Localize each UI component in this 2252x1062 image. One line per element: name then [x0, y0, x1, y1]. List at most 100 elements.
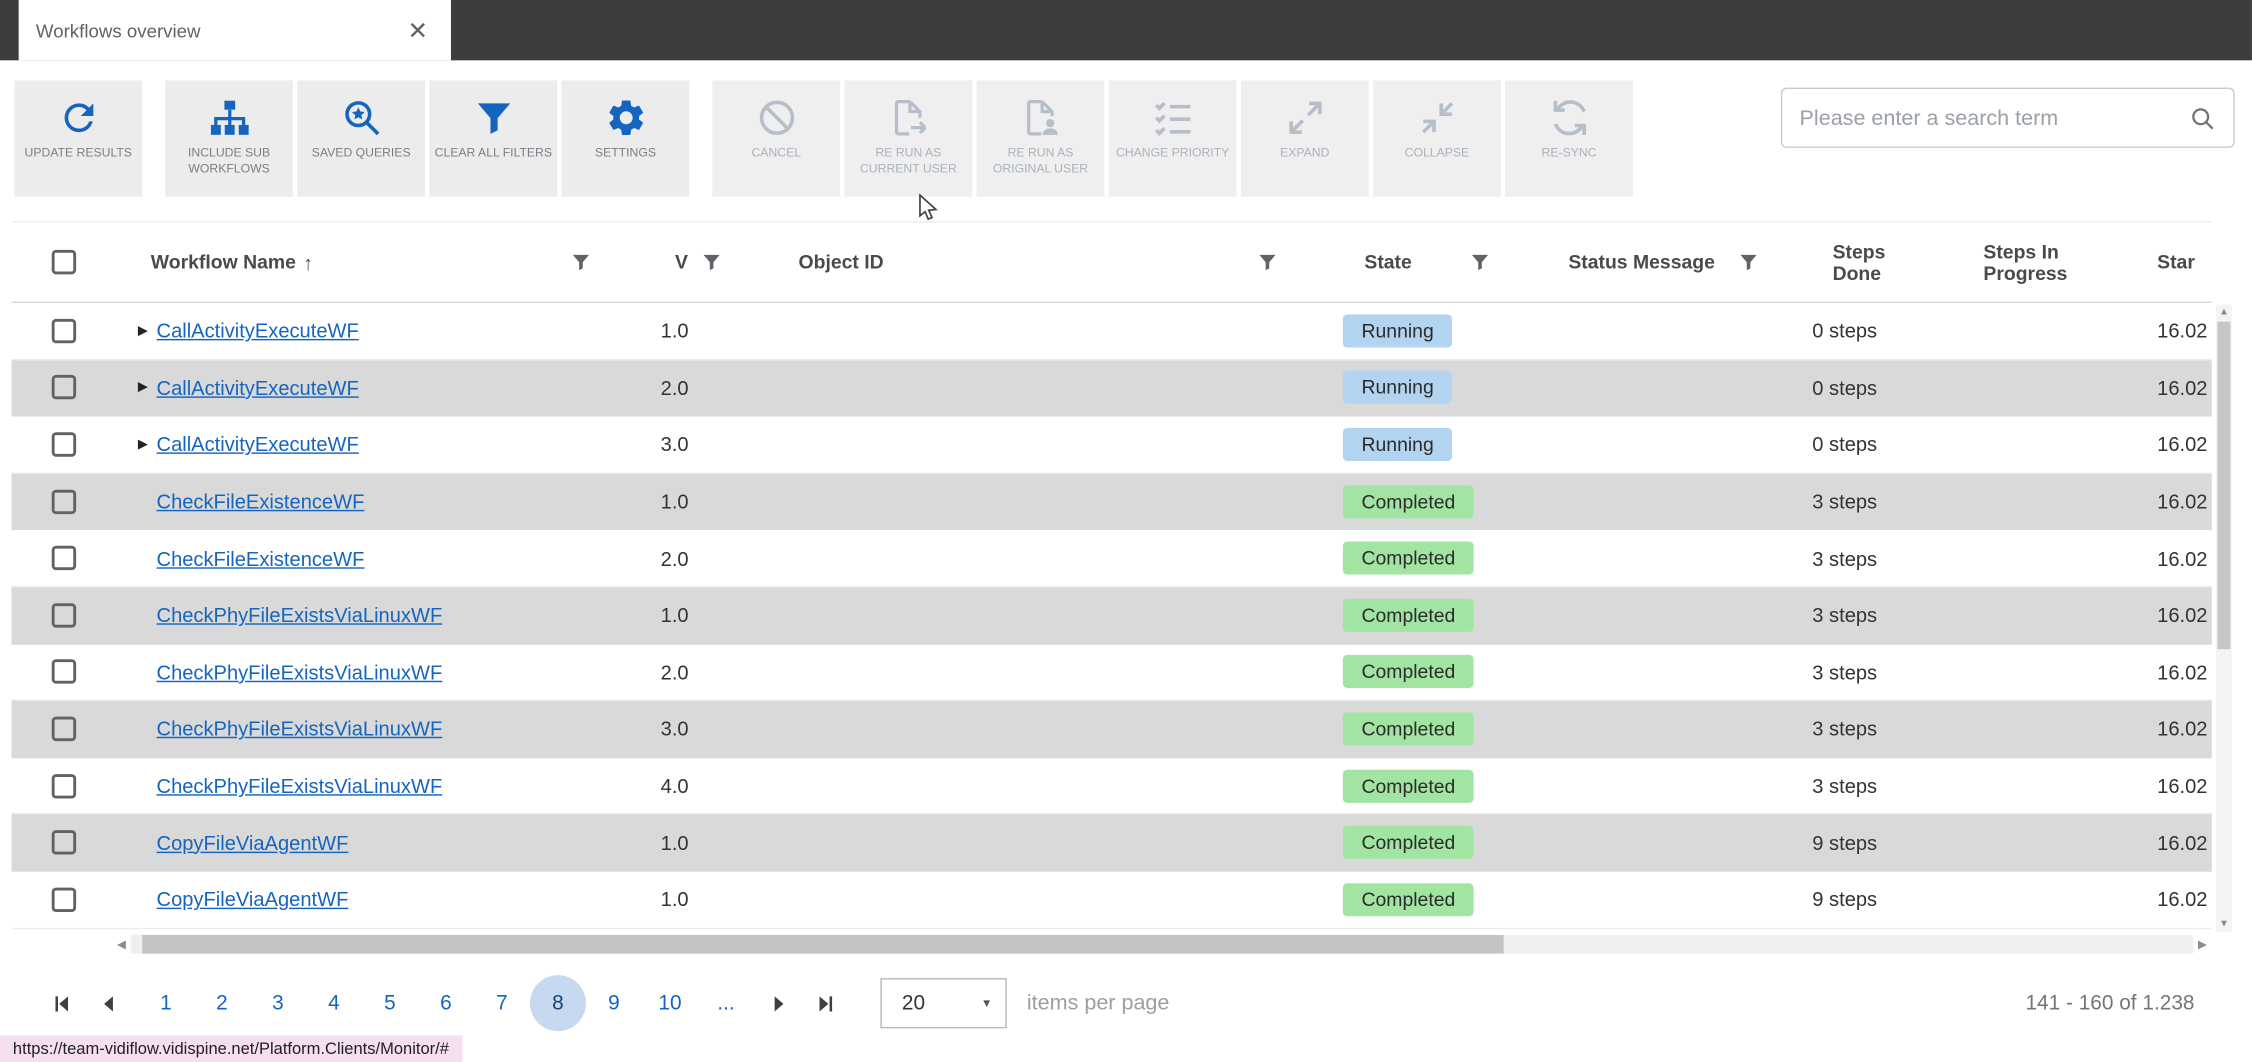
- status-message-cell: [1508, 815, 1774, 870]
- page-button-1[interactable]: 1: [138, 975, 194, 1031]
- status-message-cell: [1508, 417, 1774, 472]
- table-row[interactable]: ▶ CopyFileViaAgentWF 1.0 Completed 9 ste…: [11, 814, 2212, 872]
- expand-icon[interactable]: ▶: [138, 323, 157, 339]
- table-row[interactable]: ▶ CallActivityExecuteWF 1.0 Running 0 st…: [11, 303, 2212, 360]
- col-header-steps-done[interactable]: Steps Done: [1833, 241, 1932, 284]
- workflow-name-link[interactable]: CheckPhyFileExistsViaLinuxWF: [157, 660, 443, 683]
- toolbar-button-settings[interactable]: SETTINGS: [561, 80, 690, 197]
- workflow-name-link[interactable]: CallActivityExecuteWF: [157, 319, 359, 342]
- scroll-up-icon[interactable]: ▲: [2216, 304, 2232, 320]
- row-checkbox[interactable]: [51, 546, 77, 571]
- workflow-name-link[interactable]: CheckPhyFileExistsViaLinuxWF: [157, 604, 443, 627]
- table-row[interactable]: ▶ CallActivityExecuteWF 3.0 Running 0 st…: [11, 416, 2212, 474]
- table-row[interactable]: ▶ CopyFileViaAgentWF 1.0 Completed 9 ste…: [11, 871, 2212, 929]
- status-message-cell: [1508, 644, 1774, 699]
- horizontal-scroll-thumb[interactable]: [142, 934, 1504, 953]
- steps-done-cell: 9 steps: [1812, 831, 1878, 855]
- expand-icon[interactable]: ▶: [138, 437, 157, 453]
- col-header-object-id[interactable]: Object ID: [799, 251, 884, 273]
- toolbar-button-include-sub-workflows[interactable]: INCLUDE SUB WORKFLOWS: [165, 80, 293, 197]
- tab-close-icon[interactable]: ✕: [408, 18, 428, 42]
- steps-done-cell: 3 steps: [1812, 717, 1878, 741]
- table-row[interactable]: ▶ CheckPhyFileExistsViaLinuxWF 2.0 Compl…: [11, 644, 2212, 702]
- items-per-page-select[interactable]: 20 ▼: [880, 978, 1007, 1029]
- vertical-scroll-thumb[interactable]: [2217, 321, 2231, 650]
- status-url: https://team-vidiflow.vidispine.net/Plat…: [12, 1040, 449, 1058]
- table-row[interactable]: ▶ CallActivityExecuteWF 2.0 Running 0 st…: [11, 359, 2212, 417]
- expand-icon[interactable]: ▶: [138, 380, 157, 396]
- last-page-icon[interactable]: [801, 980, 848, 1027]
- page-button-7[interactable]: 7: [474, 975, 530, 1031]
- previous-page-icon[interactable]: [85, 980, 132, 1027]
- workflow-name-link[interactable]: CopyFileViaAgentWF: [157, 831, 349, 854]
- object-id-cell: [797, 872, 1307, 927]
- first-page-icon[interactable]: [37, 980, 84, 1027]
- page-button-9[interactable]: 9: [586, 975, 642, 1031]
- filter-icon[interactable]: [570, 251, 592, 273]
- row-checkbox[interactable]: [51, 887, 77, 912]
- sort-asc-icon[interactable]: ↑: [303, 251, 313, 274]
- state-badge: Completed: [1342, 598, 1474, 632]
- steps-done-cell: 0 steps: [1812, 432, 1878, 456]
- row-checkbox[interactable]: [51, 716, 77, 742]
- page-button-6[interactable]: 6: [418, 975, 474, 1031]
- filter-icon[interactable]: [701, 251, 723, 273]
- row-checkbox[interactable]: [51, 830, 77, 855]
- workflow-name-link[interactable]: CheckFileExistenceWF: [157, 547, 365, 570]
- vertical-scrollbar[interactable]: ▲ ▼: [2216, 304, 2232, 933]
- page-button-4[interactable]: 4: [306, 975, 362, 1031]
- horizontal-scrollbar[interactable]: ◀ ▶: [112, 934, 2212, 953]
- filter-icon[interactable]: [1257, 251, 1279, 273]
- scroll-right-icon[interactable]: ▶: [2193, 937, 2212, 950]
- workflow-name-link[interactable]: CopyFileViaAgentWF: [157, 888, 349, 911]
- tab-workflows-overview[interactable]: Workflows overview ✕: [18, 0, 451, 61]
- table-row[interactable]: ▶ CheckPhyFileExistsViaLinuxWF 4.0 Compl…: [11, 757, 2212, 815]
- toolbar-button-label: SETTINGS: [594, 145, 656, 160]
- table-row[interactable]: ▶ CheckFileExistenceWF 1.0 Completed 3 s…: [11, 473, 2212, 531]
- workflow-name-link[interactable]: CallActivityExecuteWF: [157, 433, 359, 456]
- search-input[interactable]: [1799, 105, 2189, 130]
- page-button-2[interactable]: 2: [194, 975, 250, 1031]
- page-button-...[interactable]: ...: [698, 975, 754, 1031]
- workflow-name-link[interactable]: CallActivityExecuteWF: [157, 376, 359, 399]
- version-cell: 3.0: [660, 432, 689, 456]
- col-header-status-message[interactable]: Status Message: [1568, 251, 1715, 273]
- table-row[interactable]: ▶ CheckPhyFileExistsViaLinuxWF 3.0 Compl…: [11, 701, 2212, 758]
- table-row[interactable]: ▶ CheckFileExistenceWF 2.0 Completed 3 s…: [11, 530, 2212, 588]
- steps-done-cell: 0 steps: [1812, 376, 1878, 400]
- workflow-name-link[interactable]: CheckPhyFileExistsViaLinuxWF: [157, 717, 443, 740]
- row-checkbox[interactable]: [51, 375, 77, 400]
- steps-in-progress-cell: [1932, 360, 2140, 415]
- col-header-workflow-name[interactable]: Workflow Name: [151, 251, 296, 273]
- toolbar-button-update-results[interactable]: UPDATE RESULTS: [14, 80, 143, 197]
- col-header-version[interactable]: V: [675, 251, 688, 273]
- started-cell: 16.02: [2157, 831, 2208, 855]
- table-row[interactable]: ▶ CheckPhyFileExistsViaLinuxWF 1.0 Compl…: [11, 587, 2212, 645]
- row-checkbox[interactable]: [51, 773, 77, 798]
- scroll-down-icon[interactable]: ▼: [2216, 916, 2232, 932]
- horizontal-scroll-track[interactable]: [130, 934, 2194, 953]
- col-header-started[interactable]: Star: [2157, 251, 2195, 273]
- search-icon[interactable]: [2189, 104, 2216, 131]
- page-button-8[interactable]: 8: [529, 975, 586, 1032]
- next-page-icon[interactable]: [754, 980, 801, 1027]
- select-all-checkbox[interactable]: [51, 249, 77, 275]
- page-button-5[interactable]: 5: [362, 975, 418, 1031]
- row-checkbox[interactable]: [51, 659, 77, 685]
- row-checkbox[interactable]: [51, 489, 77, 514]
- col-header-steps-in-progress[interactable]: Steps In Progress: [1983, 241, 2140, 284]
- scroll-left-icon[interactable]: ◀: [112, 937, 131, 950]
- filter-icon[interactable]: [1469, 251, 1491, 273]
- workflow-name-link[interactable]: CheckPhyFileExistsViaLinuxWF: [157, 774, 443, 797]
- filter-icon[interactable]: [1738, 251, 1760, 273]
- workflow-name-link[interactable]: CheckFileExistenceWF: [157, 490, 365, 513]
- page-button-3[interactable]: 3: [250, 975, 306, 1031]
- row-checkbox[interactable]: [51, 432, 77, 457]
- row-checkbox[interactable]: [51, 318, 77, 343]
- expand-icon: [1283, 96, 1326, 139]
- row-checkbox[interactable]: [51, 602, 77, 628]
- page-button-10[interactable]: 10: [642, 975, 698, 1031]
- col-header-state[interactable]: State: [1364, 251, 1411, 273]
- toolbar-button-saved-queries[interactable]: SAVED QUERIES: [297, 80, 426, 197]
- toolbar-button-clear-all-filters[interactable]: CLEAR ALL FILTERS: [429, 80, 558, 197]
